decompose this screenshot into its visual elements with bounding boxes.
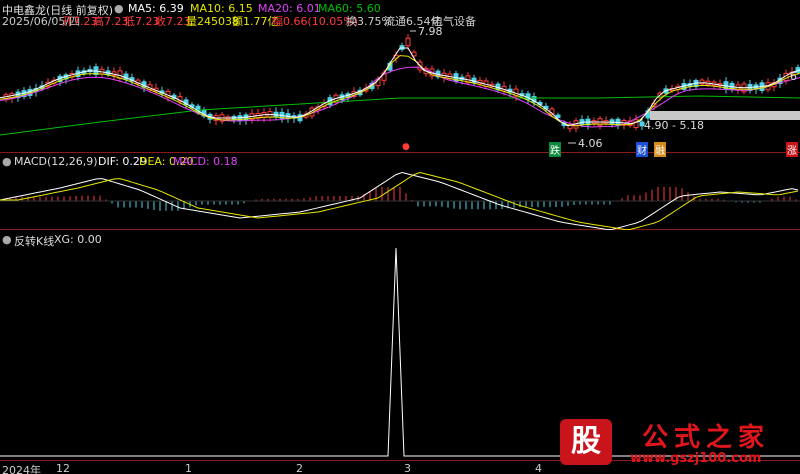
- high-price-label: 7.98: [418, 25, 443, 38]
- chart-window: 中电鑫龙(日线 前复权) ● MA5: 6.39 MA10: 6.15 MA20…: [0, 0, 800, 474]
- candle-body: [405, 37, 411, 47]
- axis-label-jan: 1: [185, 462, 192, 474]
- xg-toggle-icon[interactable]: ●: [2, 233, 12, 246]
- marker-rise[interactable]: 涨: [786, 142, 798, 157]
- macd-value: MACD: 0.18: [173, 155, 238, 168]
- watermark-badge: 股: [560, 419, 612, 465]
- xg-value: XG: 0.00: [54, 233, 102, 246]
- macd-toggle-icon[interactable]: ●: [2, 155, 12, 168]
- price-chart-canvas[interactable]: [0, 0, 800, 474]
- macd-histogram: [3, 186, 797, 211]
- axis-label-dec: 12: [56, 462, 70, 474]
- axis-label-mar: 3: [404, 462, 411, 474]
- macd-title: MACD(12,26,9): [14, 155, 98, 168]
- candle-body: [555, 114, 561, 119]
- low-price-label: 4.06: [578, 137, 603, 150]
- axis-label-feb: 2: [296, 462, 303, 474]
- xg-title: 反转K线: [14, 235, 55, 248]
- event-marker-dot[interactable]: ●: [402, 142, 410, 152]
- watermark-title: 公式之家: [642, 423, 771, 453]
- marker-finance[interactable]: 财: [636, 142, 648, 157]
- marker-fall[interactable]: 跌: [549, 142, 561, 157]
- right-edge-price: 6: [790, 70, 797, 83]
- axis-label-apr: 4: [535, 462, 542, 474]
- marker-margin[interactable]: 融: [654, 142, 666, 157]
- range-label: 4.90 - 5.18: [644, 119, 704, 132]
- watermark-url: www.gszj100.com: [630, 451, 762, 466]
- site-watermark: 股 公式之家 www.gszj100.com: [560, 415, 782, 470]
- axis-label-year: 2024年: [2, 464, 41, 474]
